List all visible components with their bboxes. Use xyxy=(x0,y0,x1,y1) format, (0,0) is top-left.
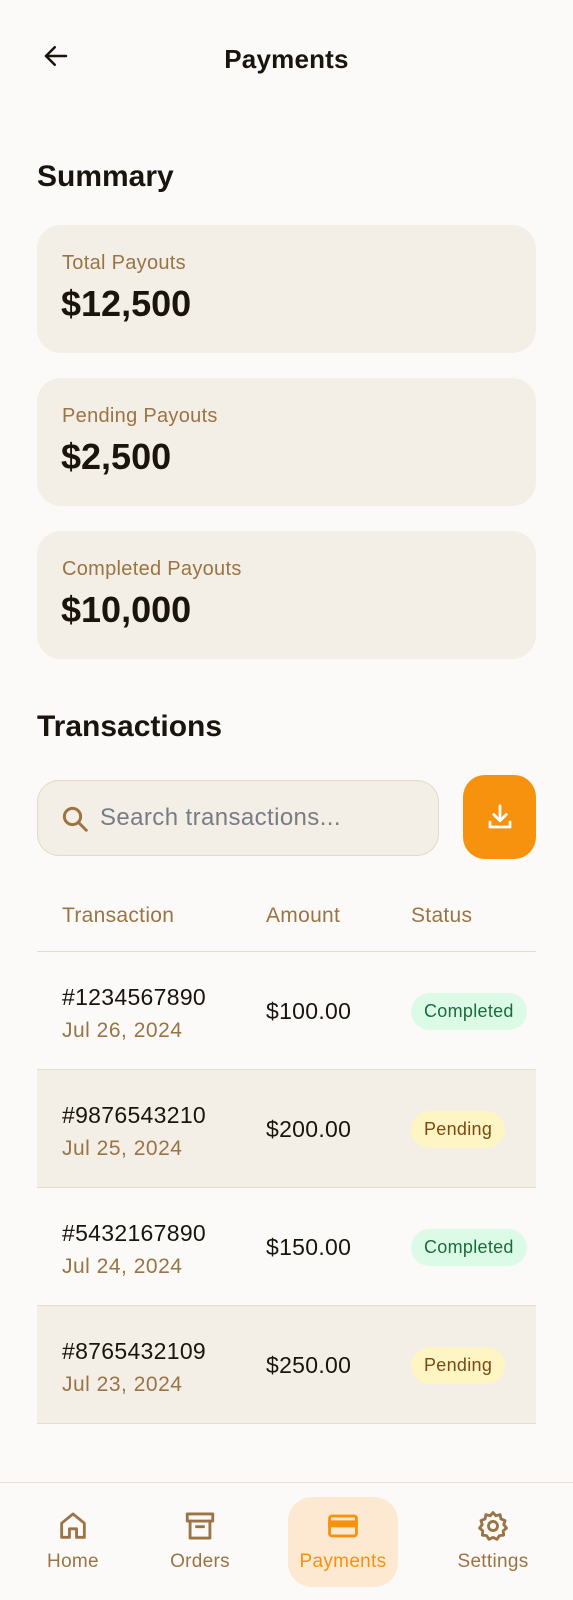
table-row[interactable]: #8765432109 Jul 23, 2024 $250.00 Pending xyxy=(37,1306,536,1424)
status-badge: Pending xyxy=(411,1347,506,1384)
transactions-table: Transaction Amount Status #1234567890 Ju… xyxy=(37,890,536,1424)
transaction-id: #5432167890 xyxy=(62,1220,207,1246)
nav-label: Settings xyxy=(457,1551,529,1572)
nav-label: Orders xyxy=(170,1551,230,1572)
top-app-bar: Payments xyxy=(0,0,573,120)
card-label: Pending Payouts xyxy=(62,405,218,427)
transactions-heading: Transactions xyxy=(37,710,223,743)
column-header-transaction: Transaction xyxy=(62,904,175,927)
column-header-status: Status xyxy=(411,904,473,927)
transaction-date: Jul 25, 2024 xyxy=(62,1137,183,1160)
transaction-id: #9876543210 xyxy=(62,1102,207,1128)
pending-payouts-card: Pending Payouts $2,500 xyxy=(37,378,536,506)
transaction-id: #8765432109 xyxy=(62,1338,207,1364)
page-title: Payments xyxy=(224,44,349,74)
transaction-amount: $150.00 xyxy=(266,1234,352,1260)
total-payouts-card: Total Payouts $12,500 xyxy=(37,225,536,353)
status-badge: Completed xyxy=(411,993,527,1030)
card-label: Completed Payouts xyxy=(62,558,242,580)
archive-box-icon xyxy=(185,1512,215,1540)
status-badge: Pending xyxy=(411,1111,506,1148)
card-value: $12,500 xyxy=(61,283,192,324)
credit-card-icon xyxy=(328,1514,358,1538)
transaction-id: #1234567890 xyxy=(62,984,207,1010)
nav-item-orders[interactable]: Orders xyxy=(159,1497,241,1587)
table-row[interactable]: #9876543210 Jul 25, 2024 $200.00 Pending xyxy=(37,1070,536,1188)
table-header: Transaction Amount Status xyxy=(37,890,536,952)
home-icon xyxy=(60,1512,86,1539)
transaction-date: Jul 24, 2024 xyxy=(62,1255,183,1278)
nav-label: Payments xyxy=(299,1551,387,1572)
table-row[interactable]: #5432167890 Jul 24, 2024 $150.00 Complet… xyxy=(37,1188,536,1306)
card-label: Total Payouts xyxy=(62,252,186,274)
transaction-date: Jul 23, 2024 xyxy=(62,1373,183,1396)
download-button[interactable] xyxy=(463,775,536,859)
nav-item-home[interactable]: Home xyxy=(33,1497,113,1587)
card-value: $2,500 xyxy=(61,436,172,477)
gear-icon xyxy=(478,1511,508,1541)
status-badge: Completed xyxy=(411,1229,527,1266)
nav-item-settings[interactable]: Settings xyxy=(451,1497,535,1587)
search-input[interactable] xyxy=(100,781,420,855)
bottom-navigation: Home Orders Payments Settings xyxy=(0,1482,573,1600)
nav-item-payments[interactable]: Payments xyxy=(288,1497,398,1587)
search-box xyxy=(37,780,439,856)
download-icon xyxy=(488,804,511,829)
transaction-date: Jul 26, 2024 xyxy=(62,1019,183,1042)
column-header-amount: Amount xyxy=(266,904,341,927)
table-row[interactable]: #1234567890 Jul 26, 2024 $100.00 Complet… xyxy=(37,952,536,1070)
card-value: $10,000 xyxy=(61,589,192,630)
search-icon xyxy=(62,806,88,832)
transaction-amount: $100.00 xyxy=(266,998,352,1024)
transaction-amount: $200.00 xyxy=(266,1116,352,1142)
summary-heading: Summary xyxy=(37,160,174,193)
nav-label: Home xyxy=(47,1551,99,1572)
transaction-amount: $250.00 xyxy=(266,1352,352,1378)
completed-payouts-card: Completed Payouts $10,000 xyxy=(37,531,536,659)
